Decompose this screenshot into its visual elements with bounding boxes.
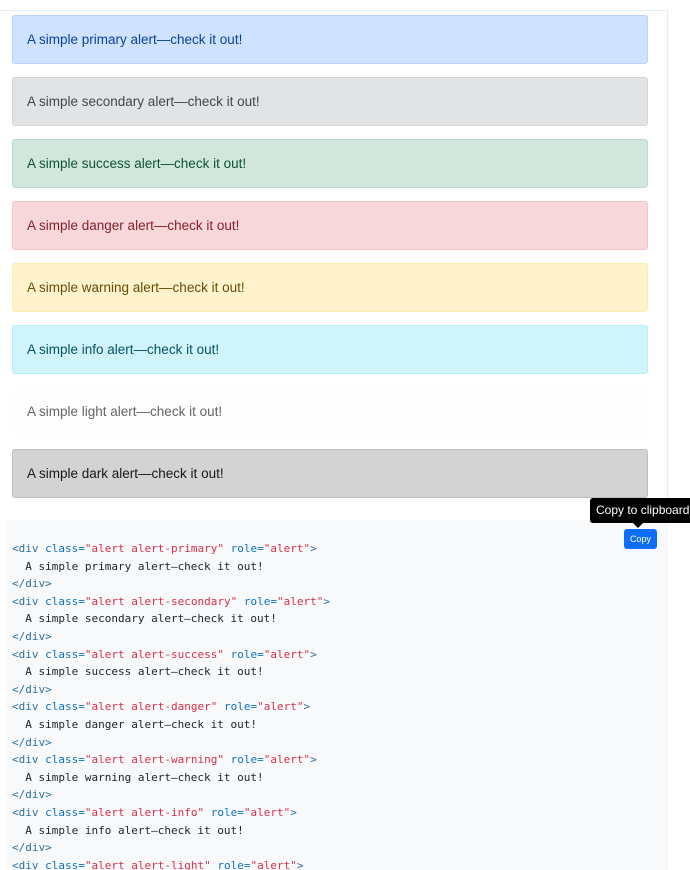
code-line: A simple primary alert—check it out! [12,558,330,576]
code-token: A simple warning alert—check it out! [12,770,264,784]
code-token: "alert alert-danger" [84,700,218,714]
code-token: <div [12,647,46,661]
code-token: "alert alert-warning" [84,753,224,767]
code-token: role= [217,858,251,870]
code-token: role= [210,805,244,819]
code-token: </div> [12,682,52,696]
copy-tooltip: Copy to clipboard [590,498,690,528]
code-token: class= [45,647,85,661]
top-divider [0,10,668,11]
code-token: </div> [12,629,52,643]
alert-success: A simple success alert—check it out! [12,139,648,188]
copy-button[interactable]: Copy [624,529,658,549]
code-token: </div> [12,735,52,749]
code-token: "alert alert-primary" [84,542,224,555]
code-token: <div [12,858,46,870]
code-listing: <div class="alert alert-primary" role="a… [12,540,330,870]
code-token: > [310,542,317,555]
code-token: class= [45,805,85,819]
code-token: role= [230,647,264,661]
code-token: "alert" [250,858,297,870]
code-token: A simple primary alert—check it out! [12,559,264,573]
code-line: </div> [12,839,330,857]
code-token: class= [45,594,85,608]
code-token: <div [12,805,46,819]
alert-primary: A simple primary alert—check it out! [12,15,648,64]
code-token: "alert alert-info" [84,805,205,819]
alert-light: A simple light alert—check it out! [12,387,648,436]
code-token: class= [45,542,85,555]
code-line: <div class="alert alert-danger" role="al… [12,698,330,716]
code-line: A simple success alert—check it out! [12,663,330,681]
code-token: "alert" [263,753,311,767]
code-token: A simple success alert—check it out! [12,665,264,679]
code-token: "alert" [257,700,304,714]
code-token: > [310,647,317,661]
code-line: <div class="alert alert-info" role="aler… [12,804,330,822]
alert-info: A simple info alert—check it out! [12,325,648,374]
code-token: "alert" [276,594,324,608]
alert-warning: A simple warning alert—check it out! [12,263,648,312]
code-line: A simple warning alert—check it out! [12,769,330,787]
code-line: <div class="alert alert-warning" role="a… [12,751,330,769]
code-line: A simple info alert—check it out! [12,822,330,840]
code-line: <div class="alert alert-light" role="ale… [12,857,330,870]
code-token: "alert" [243,805,291,819]
code-line: A simple danger alert—check it out! [12,716,330,734]
alert-danger: A simple danger alert—check it out! [12,201,648,250]
code-token: > [310,753,317,767]
code-token: "alert alert-success" [84,647,224,661]
code-token: A simple secondary alert—check it out! [12,612,277,626]
code-token: "alert" [263,647,311,661]
code-token: </div> [12,788,52,802]
code-line: </div> [12,628,330,646]
code-line: </div> [12,575,330,593]
code-line: <div class="alert alert-secondary" role=… [12,593,330,611]
alert-dark: A simple dark alert—check it out! [12,449,648,498]
code-token: <div [12,594,46,608]
code-line: </div> [12,786,330,804]
alerts-example: A simple primary alert—check it out! A s… [12,15,648,511]
code-token: > [290,805,297,819]
code-token: "alert" [263,542,311,555]
code-token: role= [243,594,277,608]
code-line: </div> [12,681,330,699]
code-token: > [303,700,311,714]
code-line: <div class="alert alert-primary" role="a… [12,540,330,558]
code-token: "alert alert-light" [84,858,211,870]
code-token: > [323,594,330,608]
code-token: A simple info alert—check it out! [12,823,244,837]
code-token: > [296,858,304,870]
code-token: </div> [12,841,52,855]
code-token: role= [230,753,264,767]
code-token: <div [12,753,46,767]
alert-secondary: A simple secondary alert—check it out! [12,77,648,126]
code-token: class= [45,753,85,767]
code-line: <div class="alert alert-success" role="a… [12,646,330,664]
code-snippet: <div class="alert alert-primary" role="a… [6,520,668,870]
code-token: "alert alert-secondary" [84,594,238,608]
code-token: <div [12,542,46,555]
code-token: role= [223,700,258,714]
code-token: class= [45,700,85,714]
code-token: <div [12,700,46,714]
code-line: A simple secondary alert—check it out! [12,610,330,628]
code-line: </div> [12,734,330,752]
docs-page: A simple primary alert—check it out! A s… [0,0,690,870]
code-token: role= [230,542,264,555]
code-token: </div> [12,577,52,591]
code-token: class= [45,858,85,870]
code-token: A simple danger alert—check it out! [12,717,258,731]
